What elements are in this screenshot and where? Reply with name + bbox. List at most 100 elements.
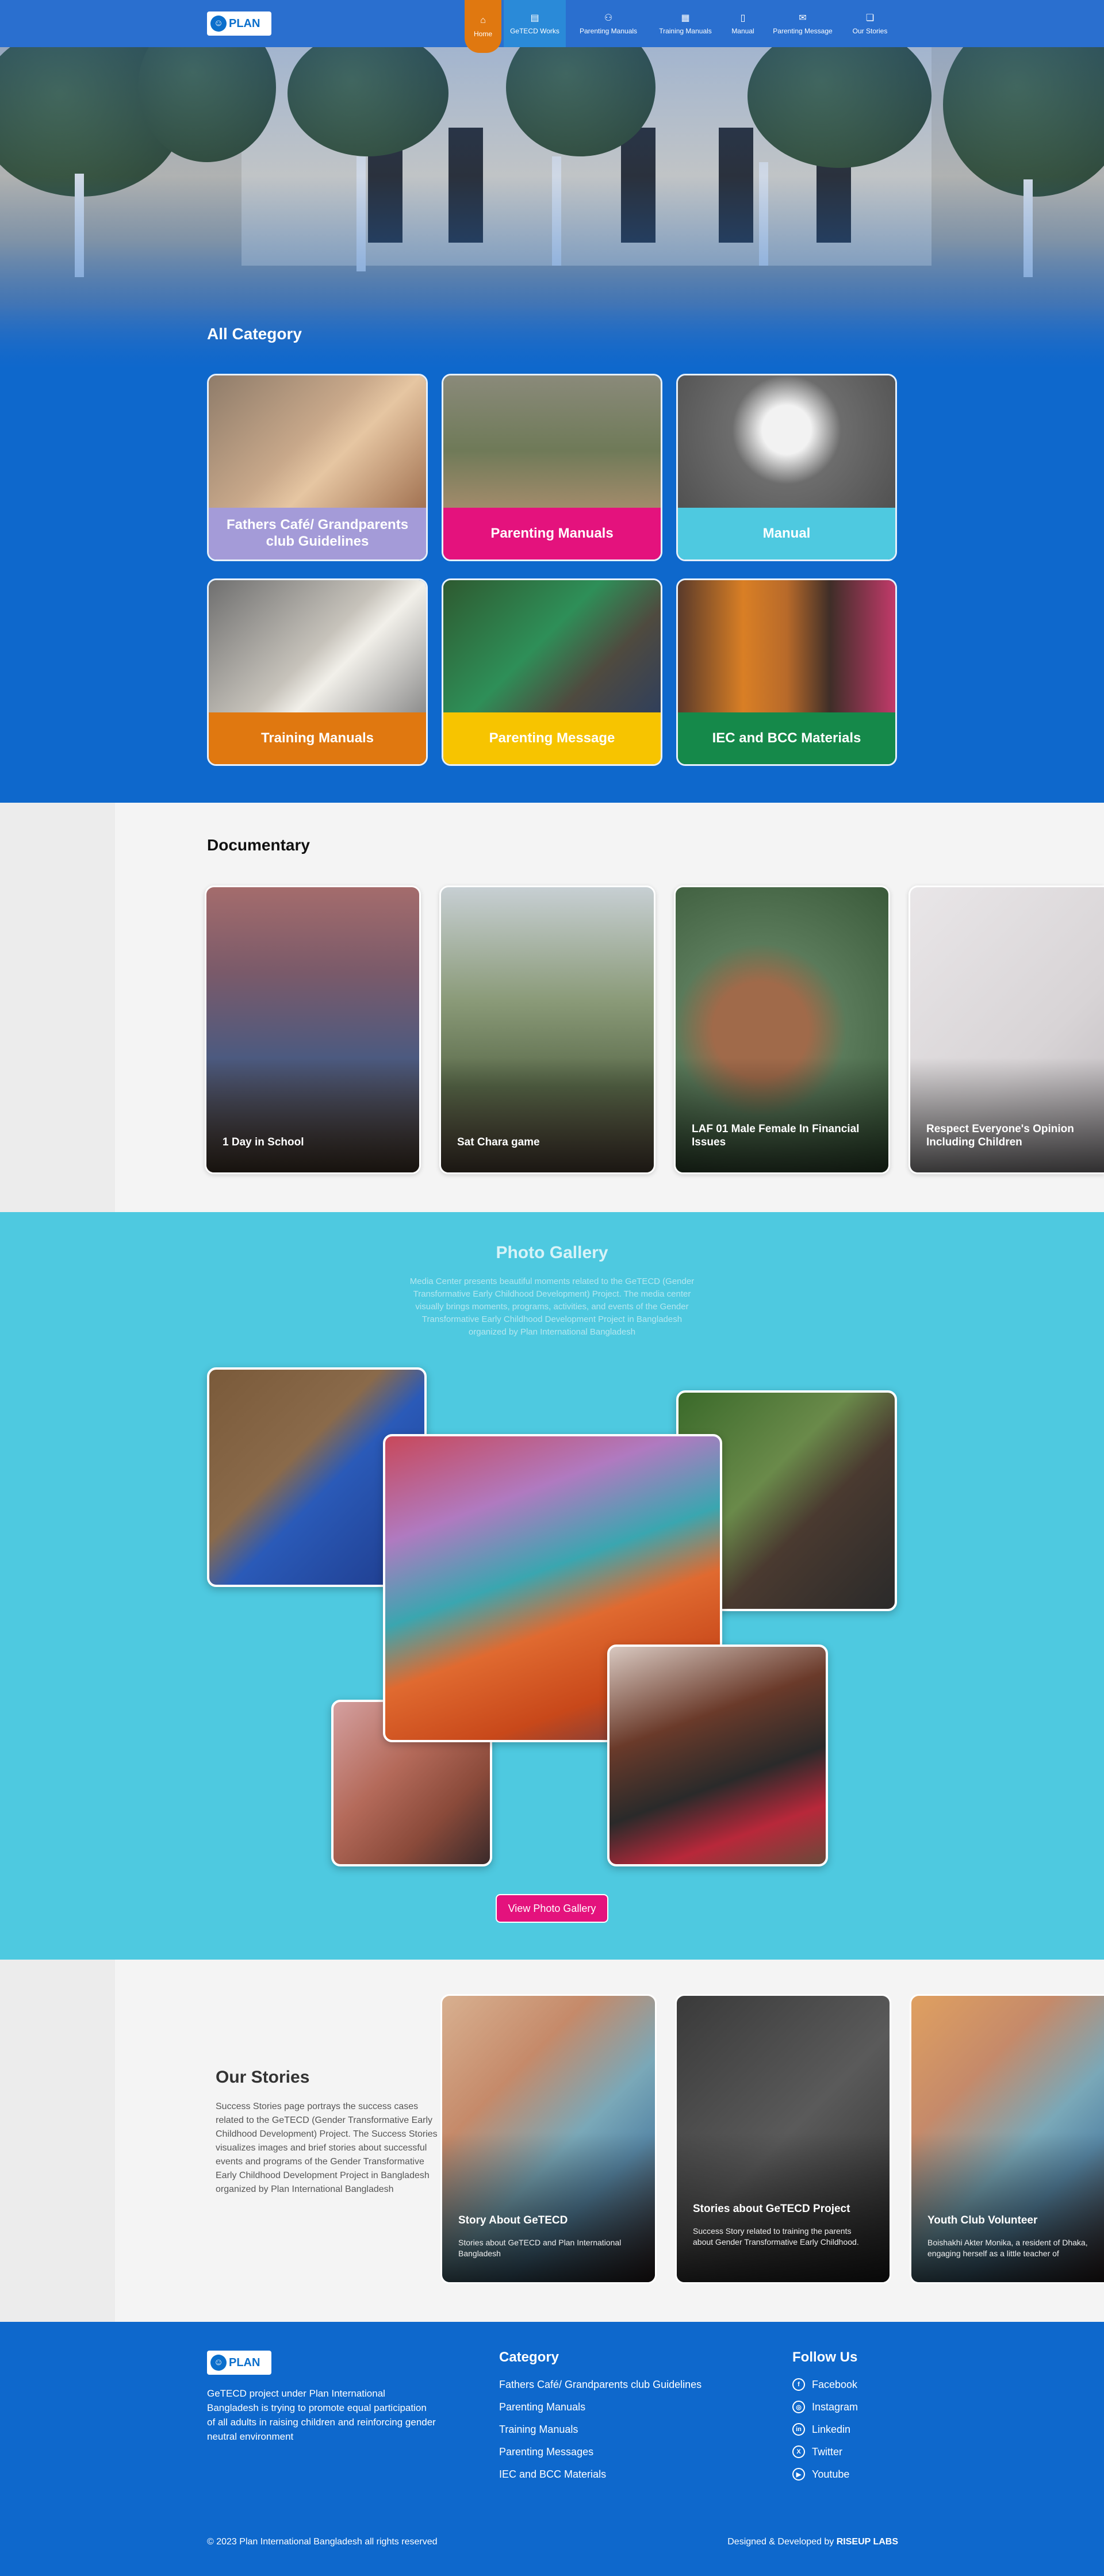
story-card[interactable]: Stories about GeTECD Project Success Sto… bbox=[675, 1994, 891, 2284]
training-icon: ▦ bbox=[681, 13, 690, 23]
nav-label: Training Manuals bbox=[659, 27, 712, 35]
story-card-title: Story About GeTECD bbox=[458, 2214, 568, 2226]
category-card-parenting-manuals[interactable]: Parenting Manuals bbox=[442, 374, 662, 561]
nav-manual[interactable]: ▯ Manual bbox=[726, 0, 760, 47]
documentary-card[interactable]: LAF 01 Male Female In Financial Issues bbox=[674, 885, 890, 1174]
home-icon: ⌂ bbox=[480, 16, 486, 25]
hero-overlay bbox=[0, 47, 1104, 369]
category-label: Parenting Manuals bbox=[443, 508, 661, 559]
nav-label: GeTECD Works bbox=[510, 27, 559, 35]
social-label: Youtube bbox=[812, 2468, 850, 2480]
documentary-card[interactable]: Sat Chara game bbox=[439, 885, 656, 1174]
nav-label: Our Stories bbox=[852, 27, 888, 35]
story-card-title: Youth Club Volunteer bbox=[927, 2214, 1038, 2226]
stories-description: Success Stories page portrays the succes… bbox=[216, 2102, 438, 2194]
footer-copyright: © 2023 Plan International Bangladesh all… bbox=[207, 2537, 438, 2547]
nav-parenting-message[interactable]: ✉ Parenting Message bbox=[767, 0, 838, 47]
plan-logo-text: PLAN bbox=[229, 17, 260, 30]
story-card-title: Stories about GeTECD Project bbox=[693, 2203, 850, 2215]
social-linkedin[interactable]: in Linkedin bbox=[792, 2423, 850, 2436]
footer-follow-heading: Follow Us bbox=[792, 2349, 858, 2365]
message-icon: ✉ bbox=[799, 13, 807, 23]
social-youtube[interactable]: ▶ Youtube bbox=[792, 2468, 849, 2481]
category-image bbox=[443, 375, 661, 511]
footer-link[interactable]: Parenting Messages bbox=[499, 2446, 593, 2458]
category-card-training-manuals[interactable]: Training Manuals bbox=[207, 578, 428, 766]
card-shade bbox=[441, 1057, 654, 1172]
nav-our-stories[interactable]: ❏ Our Stories bbox=[845, 0, 895, 47]
category-card-iec-bcc[interactable]: IEC and BCC Materials bbox=[676, 578, 897, 766]
footer-link[interactable]: Parenting Manuals bbox=[499, 2401, 585, 2413]
social-label: Linkedin bbox=[812, 2423, 851, 2435]
youtube-icon: ▶ bbox=[792, 2468, 805, 2481]
nav-label: Parenting Message bbox=[773, 27, 833, 35]
documentary-card-title: Sat Chara game bbox=[457, 1136, 540, 1149]
footer-link[interactable]: Fathers Café/ Grandparents club Guidelin… bbox=[499, 2379, 702, 2391]
social-label: Twitter bbox=[812, 2445, 843, 2458]
nav-training-manuals[interactable]: ▦ Training Manuals bbox=[652, 0, 719, 47]
documentary-title: Documentary bbox=[207, 836, 310, 854]
facebook-icon: f bbox=[792, 2378, 805, 2391]
footer-credit: Designed & Developed by RISEUP LABS bbox=[726, 2537, 898, 2547]
story-card-description: Boishakhi Akter Monika, a resident of Dh… bbox=[927, 2238, 1088, 2258]
social-label: Facebook bbox=[812, 2378, 858, 2390]
category-image bbox=[678, 375, 895, 511]
category-label: Fathers Café/ Grandparents club Guidelin… bbox=[209, 508, 426, 559]
category-image bbox=[209, 375, 426, 511]
documentary-card[interactable]: 1 Day in School bbox=[205, 885, 421, 1174]
nav-getecd-works[interactable]: ▤ GeTECD Works bbox=[504, 0, 566, 47]
photo-gallery-description: Media Center presents beautiful moments … bbox=[409, 1276, 695, 1337]
story-card[interactable]: Story About GeTECD Stories about GeTECD … bbox=[440, 1994, 657, 2284]
footer-link[interactable]: Training Manuals bbox=[499, 2424, 578, 2436]
category-label: Training Manuals bbox=[209, 712, 426, 764]
footer-about: GeTECD project under Plan International … bbox=[207, 2388, 436, 2442]
nav-parenting-manuals[interactable]: ⚇ Parenting Manuals bbox=[574, 0, 643, 47]
social-twitter[interactable]: X Twitter bbox=[792, 2445, 842, 2458]
category-label: Parenting Message bbox=[443, 712, 661, 764]
stories-title: Our Stories bbox=[216, 2068, 310, 2087]
documentary-card-title: 1 Day in School bbox=[223, 1136, 304, 1149]
nav-label: Home bbox=[473, 30, 492, 38]
card-shade bbox=[442, 2133, 655, 2282]
stories-sidebar bbox=[0, 1960, 115, 2322]
plan-logo[interactable]: ☺ PLAN bbox=[207, 12, 271, 36]
nav-home[interactable]: ⌂ Home bbox=[465, 0, 501, 53]
story-card-description: Stories about GeTECD and Plan Internatio… bbox=[458, 2238, 622, 2258]
footer-link[interactable]: IEC and BCC Materials bbox=[499, 2468, 606, 2481]
credit-link[interactable]: RISEUP LABS bbox=[837, 2537, 898, 2547]
photo-gallery-title: Photo Gallery bbox=[496, 1243, 608, 1262]
category-card-manual[interactable]: Manual bbox=[676, 374, 897, 561]
card-shade bbox=[910, 1057, 1104, 1172]
story-card-description: Success Story related to training the pa… bbox=[693, 2226, 859, 2247]
documentary-card[interactable]: Respect Everyone's Opinion Including Chi… bbox=[908, 885, 1104, 1174]
plan-logo-mark: ☺ bbox=[210, 16, 227, 32]
top-navbar: ☺ PLAN ⌂ Home ▤ GeTECD Works ⚇ Parenting… bbox=[0, 0, 1104, 53]
nav-label: Parenting Manuals bbox=[579, 27, 638, 35]
documentary-sidebar bbox=[0, 803, 115, 1212]
category-title: All Category bbox=[207, 325, 302, 343]
credit-prefix: Designed & Developed by bbox=[727, 2537, 834, 2547]
category-card-parenting-message[interactable]: Parenting Message bbox=[442, 578, 662, 766]
story-card[interactable]: Youth Club Volunteer Boishakhi Akter Mon… bbox=[910, 1994, 1104, 2284]
category-card-fathers-cafe[interactable]: Fathers Café/ Grandparents club Guidelin… bbox=[207, 374, 428, 561]
plan-logo-mark: ☺ bbox=[210, 2355, 227, 2371]
social-facebook[interactable]: f Facebook bbox=[792, 2378, 857, 2391]
hero-banner bbox=[0, 47, 1104, 369]
category-image bbox=[209, 580, 426, 716]
documentary-card-title: Respect Everyone's Opinion Including Chi… bbox=[926, 1123, 1074, 1149]
social-label: Instagram bbox=[812, 2401, 858, 2413]
footer-plan-logo[interactable]: ☺ PLAN bbox=[207, 2351, 271, 2375]
category-label: IEC and BCC Materials bbox=[678, 712, 895, 764]
card-shade bbox=[911, 2133, 1104, 2282]
gallery-photo[interactable] bbox=[607, 1644, 828, 1866]
family-icon: ⚇ bbox=[604, 13, 613, 23]
nav-label: Manual bbox=[731, 27, 754, 35]
category-image bbox=[443, 580, 661, 716]
view-photo-gallery-button[interactable]: View Photo Gallery bbox=[496, 1894, 608, 1923]
linkedin-icon: in bbox=[792, 2423, 805, 2436]
social-instagram[interactable]: ◎ Instagram bbox=[792, 2401, 858, 2413]
card-shade bbox=[676, 1057, 888, 1172]
plan-logo-text: PLAN bbox=[229, 2356, 260, 2369]
instagram-icon: ◎ bbox=[792, 2401, 805, 2413]
card-shade bbox=[206, 1057, 419, 1172]
